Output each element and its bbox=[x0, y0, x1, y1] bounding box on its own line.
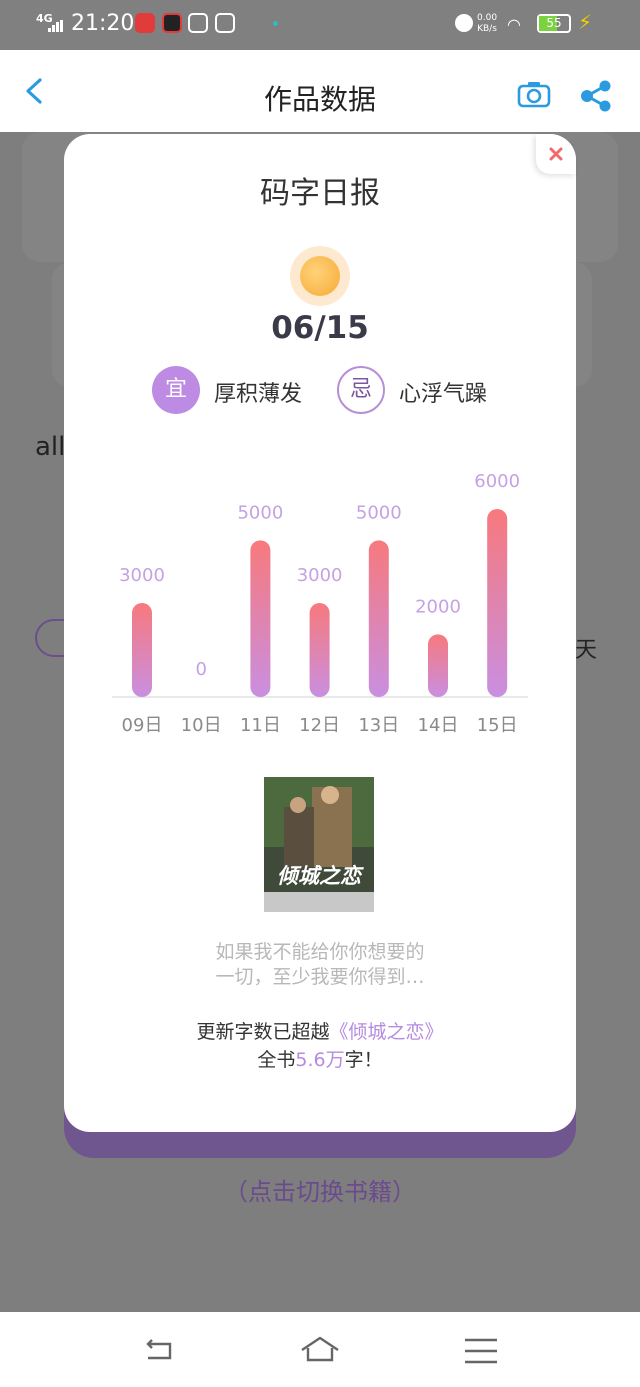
share-icon[interactable] bbox=[579, 80, 613, 112]
switch-book-link[interactable]: （点击切换书籍） bbox=[0, 1172, 640, 1207]
ji-badge: 忌 bbox=[337, 366, 385, 414]
chart-bar bbox=[309, 603, 330, 697]
net-speed-value: 0.00 bbox=[477, 13, 498, 23]
chart-x-tick-label: 12日 bbox=[299, 715, 340, 736]
back-nav-icon[interactable] bbox=[140, 1334, 180, 1368]
net-speed: 0.00 KB/s bbox=[477, 13, 497, 35]
book-quote: 如果我不能给你你想要的 一切，至少我要你得到… bbox=[64, 940, 576, 990]
chart-bar bbox=[250, 540, 271, 697]
summary-line2-prefix: 全书 bbox=[257, 1049, 296, 1071]
daily-report-modal: 码字日报 06/15 宜 厚积薄发 忌 心浮气躁 3000 09日 0 10日 5000… bbox=[64, 134, 576, 1132]
app-icon-black bbox=[162, 13, 182, 33]
sun-icon bbox=[290, 246, 350, 306]
close-icon[interactable] bbox=[549, 147, 563, 161]
app-icon-red bbox=[135, 13, 155, 33]
status-time: 21:20 bbox=[71, 11, 135, 36]
chart-bar bbox=[368, 540, 389, 697]
quote-line-1: 如果我不能给你你想要的 bbox=[215, 941, 425, 963]
net-speed-unit: KB/s bbox=[477, 24, 497, 34]
notification-dot bbox=[273, 21, 278, 26]
chart-bar bbox=[428, 634, 448, 697]
word-count-chart: 3000 09日 0 10日 5000 11日 3000 12日 5000 13日 2000 14日 6… bbox=[112, 471, 528, 736]
battery-icon: 55 bbox=[537, 14, 571, 33]
chart-value-label: 0 bbox=[195, 659, 206, 680]
chart-x-tick-label: 15日 bbox=[477, 715, 518, 736]
summary-text: 更新字数已超越《倾城之恋》 全书5.6万字！ bbox=[64, 1018, 576, 1074]
yi-text: 厚积薄发 bbox=[214, 382, 303, 407]
chart-bar bbox=[132, 603, 152, 697]
chart-value-label: 6000 bbox=[474, 471, 520, 492]
summary-words: 5.6万 bbox=[295, 1049, 345, 1071]
chart-x-tick-label: 13日 bbox=[358, 715, 399, 736]
signal-icon bbox=[48, 20, 64, 32]
quote-line-2: 一切，至少我要你得到… bbox=[215, 966, 425, 988]
book-poster: 倾城之恋 bbox=[264, 777, 374, 912]
summary-prefix: 更新字数已超越 bbox=[196, 1021, 330, 1043]
charging-icon: ⚡ bbox=[578, 10, 593, 34]
summary-line2-suffix: 字！ bbox=[344, 1049, 383, 1071]
chart-x-tick-label: 11日 bbox=[240, 715, 281, 736]
background-day-text: 天 bbox=[575, 638, 598, 663]
background-text: all bbox=[35, 432, 66, 462]
chart-bar bbox=[487, 509, 508, 697]
ji-text: 心浮气躁 bbox=[399, 382, 488, 407]
status-bar: 4G 21:20 0.00 KB/s ◠ 55 ⚡ bbox=[0, 0, 640, 50]
chart-value-label: 2000 bbox=[415, 596, 461, 617]
wifi-icon: ◠ bbox=[507, 15, 521, 34]
app-header: 作品数据 bbox=[0, 50, 640, 132]
menu-nav-icon[interactable] bbox=[461, 1334, 501, 1368]
summary-book: 《倾城之恋》 bbox=[329, 1021, 444, 1043]
app-icon-a bbox=[188, 13, 208, 33]
report-date: 06/15 bbox=[271, 310, 369, 346]
chart-x-tick-label: 10日 bbox=[181, 715, 222, 736]
chart-value-label: 5000 bbox=[237, 502, 283, 523]
chart-value-label: 3000 bbox=[119, 565, 165, 586]
alarm-icon bbox=[455, 14, 473, 32]
chart-x-tick-label: 14日 bbox=[418, 715, 459, 736]
chart-value-label: 3000 bbox=[297, 565, 343, 586]
camera-icon[interactable] bbox=[517, 80, 551, 108]
yi-badge: 宜 bbox=[152, 366, 200, 414]
poster-title: 倾城之恋 bbox=[277, 864, 364, 888]
chart-x-tick-label: 09日 bbox=[122, 715, 163, 736]
home-nav-icon[interactable] bbox=[300, 1334, 340, 1368]
chart-value-label: 5000 bbox=[356, 502, 402, 523]
modal-title: 码字日报 bbox=[260, 176, 380, 211]
app-icon-card bbox=[215, 13, 235, 33]
system-nav-bar bbox=[0, 1312, 640, 1387]
battery-level: 55 bbox=[546, 16, 562, 30]
